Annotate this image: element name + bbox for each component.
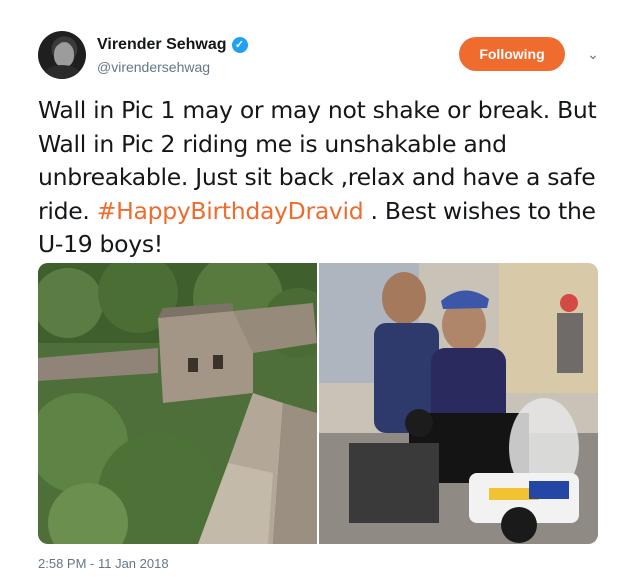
tweet-text: Wall in Pic 1 may or may not shake or br… — [38, 94, 603, 262]
following-button[interactable]: Following — [459, 37, 565, 71]
avatar-body — [44, 65, 80, 79]
tweet-timestamp[interactable]: 2:58 PM - 11 Jan 2018 — [38, 556, 169, 571]
name-row: Virender Sehwag ✓ — [97, 36, 248, 54]
verified-badge-icon: ✓ — [231, 37, 248, 53]
author-handle[interactable]: @virendersehwag — [97, 59, 210, 75]
avatar[interactable] — [38, 31, 86, 79]
hashtag-link[interactable]: #HappyBirthdayDravid — [97, 197, 364, 225]
great-wall-photo[interactable] — [38, 263, 317, 544]
tweet-header: Virender Sehwag ✓ @virendersehwag Follow… — [38, 31, 608, 81]
avatar-face — [54, 43, 74, 67]
motorbike-photo[interactable] — [319, 263, 598, 544]
author-display-name[interactable]: Virender Sehwag — [97, 36, 227, 54]
chevron-down-icon[interactable]: ⌄ — [582, 43, 604, 65]
media-grid — [38, 263, 598, 544]
